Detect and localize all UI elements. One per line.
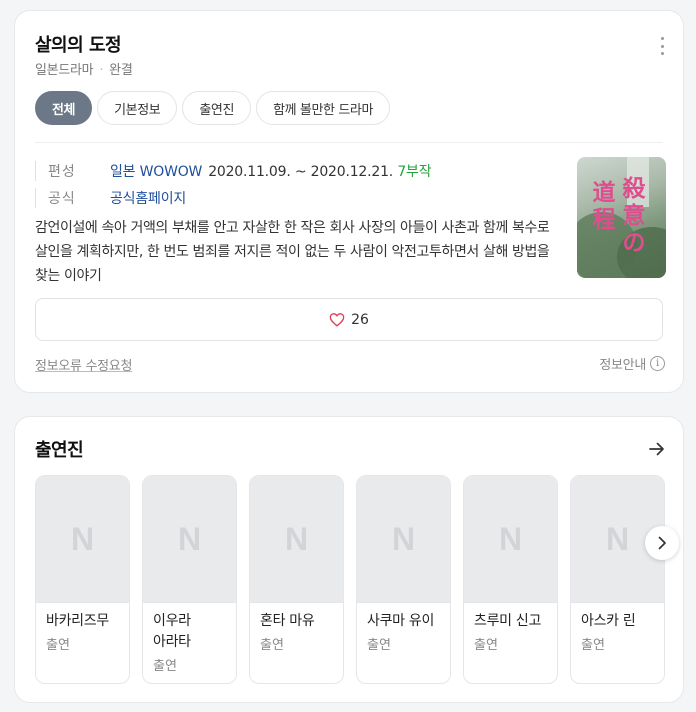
cast-photo-placeholder: N — [143, 476, 236, 603]
cast-photo-placeholder: N — [464, 476, 557, 603]
episode-count: 7부작 — [397, 163, 432, 180]
heart-icon — [329, 313, 345, 327]
official-homepage-link[interactable]: 공식홈페이지 — [110, 191, 186, 207]
arrow-right-icon[interactable] — [649, 441, 665, 460]
cast-card: 출연진 N 바카리즈무 출연 N 이우라 아라타 출연 N 혼타 마유 출연 N… — [14, 416, 684, 703]
network-link[interactable]: 일본 WOWOW — [110, 164, 202, 180]
official-label: 공식 — [35, 187, 110, 208]
drama-title: 살의의 도정 — [35, 35, 122, 56]
broadcast-label: 편성 — [35, 160, 110, 181]
more-options-icon[interactable] — [655, 37, 669, 55]
info-guide-label: 정보안내 — [599, 358, 646, 373]
tab-bar: 전체 기본정보 출연진 함께 볼만한 드라마 — [35, 91, 391, 125]
chevron-right-icon — [658, 536, 666, 550]
cast-role: 출연 — [367, 638, 391, 653]
tab-cast[interactable]: 출연진 — [182, 91, 252, 125]
drama-category: 일본드라마 — [35, 63, 94, 78]
like-count: 26 — [351, 311, 369, 328]
poster-title-col2: 道程 — [592, 179, 616, 233]
cast-role: 출연 — [260, 638, 284, 653]
cast-item[interactable]: N 츠루미 신고 출연 — [463, 475, 558, 684]
like-button[interactable]: 26 — [35, 298, 663, 341]
cast-name: 츠루미 신고 — [474, 613, 542, 629]
broadcast-dates: 2020.11.09. ~ 2020.12.21. — [208, 163, 394, 180]
cast-role: 출연 — [46, 638, 70, 653]
synopsis: 감언이설에 속아 거액의 부채를 안고 자살한 한 작은 회사 사장의 아들이 … — [35, 220, 550, 284]
cast-role: 출연 — [153, 659, 177, 674]
cast-name: 바카리즈무 — [46, 613, 109, 629]
tab-all[interactable]: 전체 — [35, 91, 93, 125]
divider — [35, 142, 663, 143]
cast-next-button[interactable] — [645, 526, 679, 560]
drama-status: 완결 — [109, 63, 133, 78]
cast-photo-placeholder: N — [36, 476, 129, 603]
poster-title-col1: 殺意の — [622, 175, 646, 256]
cast-item[interactable]: N 혼타 마유 출연 — [249, 475, 344, 684]
drama-poster[interactable]: 殺意の 道程 — [577, 157, 666, 278]
cast-section-title: 출연진 — [35, 440, 84, 461]
info-rows: 편성 일본 WOWOW 2020.11.09. ~ 2020.12.21. 7부작… — [35, 157, 432, 211]
drama-meta: 일본드라마 · 완결 — [35, 59, 133, 78]
report-error-link[interactable]: 정보오류 수정요청 — [35, 355, 132, 374]
cast-name: 아스카 린 — [581, 613, 636, 629]
cast-list: N 바카리즈무 출연 N 이우라 아라타 출연 N 혼타 마유 출연 N 사쿠마… — [35, 475, 665, 685]
tab-recommended[interactable]: 함께 볼만한 드라마 — [256, 91, 391, 125]
cast-name: 사쿠마 유이 — [367, 613, 435, 629]
cast-item[interactable]: N 아스카 린 출연 — [570, 475, 665, 684]
cast-item[interactable]: N 사쿠마 유이 출연 — [356, 475, 451, 684]
cast-role: 출연 — [474, 638, 498, 653]
cast-item[interactable]: N 바카리즈무 출연 — [35, 475, 130, 684]
tab-basic-info[interactable]: 기본정보 — [97, 91, 178, 125]
meta-separator: · — [99, 63, 104, 78]
cast-photo-placeholder: N — [250, 476, 343, 603]
cast-name: 이우라 아라타 — [153, 613, 191, 650]
cast-name: 혼타 마유 — [260, 613, 315, 629]
official-value: 공식홈페이지 — [110, 188, 186, 208]
cast-role: 출연 — [581, 638, 605, 653]
cast-item[interactable]: N 이우라 아라타 출연 — [142, 475, 237, 684]
official-row: 공식 공식홈페이지 — [35, 184, 431, 211]
cast-photo-placeholder: N — [357, 476, 450, 603]
broadcast-row: 편성 일본 WOWOW 2020.11.09. ~ 2020.12.21. 7부작 — [35, 157, 432, 184]
broadcast-value: 일본 WOWOW 2020.11.09. ~ 2020.12.21. 7부작 — [110, 161, 432, 181]
info-icon: i — [650, 356, 665, 371]
info-guide-button[interactable]: 정보안내 i — [599, 354, 665, 373]
drama-info-card: 살의의 도정 일본드라마 · 완결 전체 기본정보 출연진 함께 볼만한 드라마 편… — [14, 10, 684, 393]
